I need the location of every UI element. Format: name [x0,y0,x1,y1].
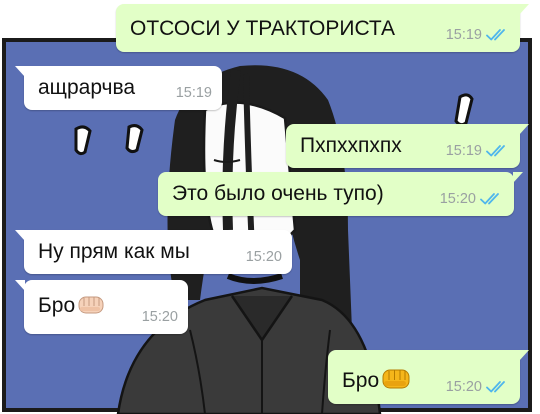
message-bubble-outgoing[interactable]: ОТСОСИ У ТРАКТОРИСТА 15:19 [116,4,529,52]
message-text: Это было очень тупо) [172,182,384,205]
message-meta: 15:20 [445,378,510,395]
message-bubble-incoming[interactable]: ащрарчва 15:19 [15,66,222,110]
message-text-content: Бро [38,294,76,317]
chat-screen[interactable]: ОТСОСИ У ТРАКТОРИСТА 15:19 ащрарчва 15:1… [0,0,540,414]
read-receipt-double-check-icon [480,192,499,205]
message-meta: 15:20 [439,190,504,207]
message-text: Бро [342,365,412,391]
message-bubble-incoming[interactable]: Ну прям как мы 15:20 [15,230,292,274]
message-time: 15:20 [245,248,282,265]
message-bubble-outgoing[interactable]: Бро 15:20 [328,350,529,404]
message-time: 15:19 [175,84,212,101]
message-bubble-outgoing[interactable]: Пхпххпхпх 15:19 [286,124,529,168]
message-time: 15:20 [141,308,178,325]
read-receipt-double-check-icon [486,28,505,41]
message-time: 15:19 [445,142,482,159]
fist-bump-emoji-icon [78,296,104,314]
message-text: Пхпххпхпх [300,134,402,157]
message-text: ащрарчва [38,76,136,99]
message-time: 15:19 [445,26,482,43]
message-meta: 15:20 [141,308,178,325]
message-time: 15:20 [445,378,482,395]
message-bubble-incoming[interactable]: Бро 15:20 [15,280,188,334]
fist-bump-emoji-icon [382,369,410,389]
message-meta: 15:19 [175,84,212,101]
message-bubble-outgoing[interactable]: Это было очень тупо) 15:20 [158,172,523,216]
message-meta: 15:19 [445,142,510,159]
read-receipt-double-check-icon [486,144,505,157]
message-meta: 15:19 [445,26,510,43]
message-text: Бро [38,292,106,316]
message-text: Ну прям как мы [38,240,190,263]
message-time: 15:20 [439,190,476,207]
read-receipt-double-check-icon [486,380,505,393]
message-text-content: Бро [342,369,380,392]
message-meta: 15:20 [245,248,282,265]
message-text: ОТСОСИ У ТРАКТОРИСТА [130,17,396,40]
